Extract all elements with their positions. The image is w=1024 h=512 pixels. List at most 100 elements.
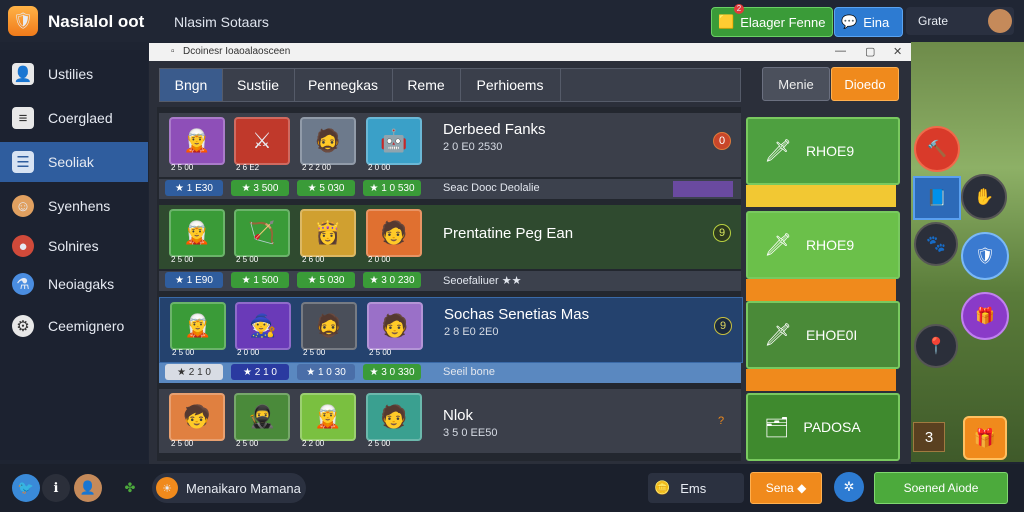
gear-icon: ⚙ <box>12 315 34 337</box>
stat-pill: ★ 2 1 0 <box>165 364 223 380</box>
leaf-icon[interactable]: ✤ <box>116 474 144 502</box>
hero-icon: ☺ <box>12 195 34 217</box>
hero-stat: 2 5 00 <box>303 348 326 357</box>
hero-portrait-icon[interactable]: 🧔 <box>300 117 356 165</box>
list-item[interactable]: 🧝 🏹 👸 🧑 2 5 00 2 5 00 2 6 00 2 0 00 Pren… <box>159 205 741 291</box>
player-icon: ☀ <box>156 477 178 499</box>
secondary-action-button[interactable]: Menie <box>762 67 830 101</box>
user-chip[interactable]: Grate <box>906 7 1014 35</box>
player-name-pill[interactable]: ☀ Menaikaro Mamana <box>152 473 306 503</box>
avatar[interactable]: 👤 <box>74 474 102 502</box>
sidebar-item-4[interactable]: ☺ Syenhens <box>0 186 148 226</box>
app-subtitle: Nlasim Sotaars <box>174 14 269 30</box>
hero-stat: 2 0 00 <box>368 255 391 264</box>
sidebar-item-label: Ustilies <box>48 66 94 82</box>
sidebar-item-label: Seoliak <box>48 154 94 170</box>
row-title: Nlok <box>443 407 474 424</box>
hero-portrait-icon[interactable]: 🧑 <box>366 209 422 257</box>
tab-4[interactable]: Reme <box>392 69 461 101</box>
hero-portrait-icon[interactable]: 👸 <box>300 209 356 257</box>
user-label: Grate <box>918 14 949 28</box>
hero-portrait-icon[interactable]: 🧝 <box>300 393 356 441</box>
green-header-button-label: Elaager Fenne <box>740 14 826 30</box>
sidebar: 👤 Ustilies ≡ Coerglaed ☰ Seoliak ☺ Syenh… <box>0 50 148 460</box>
row-title: Sochas Senetias Mas <box>444 306 590 323</box>
hero-portrait-icon[interactable]: ⚔ <box>234 117 290 165</box>
orange-bottom-button[interactable]: Sena ◆ <box>750 472 822 504</box>
row-subtext: Seeil bone <box>443 366 495 378</box>
hero-portrait-icon[interactable]: 🧑 <box>366 393 422 441</box>
row-badge: ? <box>717 415 725 427</box>
hero-portrait-icon[interactable]: 🧝 <box>169 209 225 257</box>
hero-portrait-icon[interactable]: 🤖 <box>366 117 422 165</box>
tab-5[interactable]: Perhioems <box>460 69 561 101</box>
hero-portrait-icon[interactable]: 🧑 <box>367 302 423 350</box>
action-card-4[interactable]: 🗂 PADOSA <box>746 393 900 461</box>
chest-icon[interactable]: 🎁 <box>961 292 1009 340</box>
stat-value: 3 500 <box>253 182 279 194</box>
hero-portrait-icon[interactable]: 🥷 <box>234 393 290 441</box>
top-bar: 🛡 Nasialol oot Nlasim Sotaars 🟨 Elaager … <box>0 0 1024 42</box>
sword-icon: 🗡 <box>764 232 792 257</box>
settings-icon[interactable]: ✲ <box>834 472 864 502</box>
avatar[interactable] <box>988 9 1012 33</box>
hero-portrait-icon[interactable]: 🧒 <box>169 393 225 441</box>
gem-icon: ◆ <box>797 481 807 495</box>
hero-stat: 2 5 00 <box>172 348 195 357</box>
progress-bar-orange <box>746 369 896 391</box>
blue-header-button[interactable]: 💬 Eina <box>834 7 903 37</box>
action-card-1[interactable]: 🗡 RHOE9 <box>746 117 900 185</box>
green-bottom-button[interactable]: Soened Aiode <box>874 472 1008 504</box>
row-stats: ★ 2 1 0 ★ 2 1 0 ★ 1 0 30 ★ 3 0 330 Seeil… <box>159 363 741 383</box>
minimize-icon[interactable]: — <box>835 45 846 57</box>
list-item[interactable]: 🧝 ⚔ 🧔 🤖 2 5 00 2 6 E2 2 2 2 00 2 0 00 De… <box>159 113 741 199</box>
window-titlebar: ▫ Dcoinesr Ioaoalaosceen — ▢ ✕ <box>149 43 911 61</box>
green-header-button[interactable]: 🟨 Elaager Fenne <box>711 7 833 37</box>
stat-value: 5 030 <box>319 182 345 194</box>
row-subtitle: 3 5 0 EE50 <box>443 427 498 439</box>
tab-3[interactable]: Pennegkas <box>294 69 393 101</box>
bottom-bar: 🐦 ℹ 👤 ✤ ☀ Menaikaro Mamana 🪙 Ems Sena ◆ … <box>0 464 1024 512</box>
hero-stat: 2 5 00 <box>171 163 194 172</box>
hammer-icon[interactable]: 🔨 <box>914 126 960 172</box>
sidebar-item-3[interactable]: ☰ Seoliak <box>0 142 148 182</box>
progress-bar-orange <box>746 279 896 301</box>
profile-icon[interactable]: 🐦 <box>12 474 40 502</box>
primary-action-button[interactable]: Dioedo <box>831 67 899 101</box>
list-item[interactable]: 🧒 🥷 🧝 🧑 2 5 00 2 5 00 2 2 00 2 5 00 Nlok… <box>159 389 741 475</box>
player-name: Menaikaro Mamana <box>186 480 301 496</box>
row-subtext: Seoefaliuer ★★ <box>443 275 522 287</box>
map-pin-icon[interactable]: 📍 <box>914 324 958 368</box>
hero-portrait-icon[interactable]: 🧝 <box>169 117 225 165</box>
book-icon[interactable]: 📘 <box>913 176 961 220</box>
sidebar-item-7[interactable]: ⚙ Ceemignero <box>0 306 148 346</box>
paw-icon[interactable]: 🐾 <box>914 222 958 266</box>
gift-icon[interactable]: 🎁 <box>963 416 1007 460</box>
shield-icon[interactable]: 🛡 <box>961 232 1009 280</box>
folder-icon: 🗂 <box>764 416 790 439</box>
sidebar-item-2[interactable]: ≡ Coerglaed <box>0 98 148 138</box>
tab-2[interactable]: Sustiie <box>222 69 295 101</box>
sidebar-item-5[interactable]: ● Solnires <box>0 226 148 266</box>
action-card-2[interactable]: 🗡 RHOE9 <box>746 211 900 279</box>
maximize-icon[interactable]: ▢ <box>865 45 875 58</box>
hero-portrait-icon[interactable]: 🧙 <box>235 302 291 350</box>
sidebar-item-6[interactable]: ⚗ Neoiagaks <box>0 264 148 304</box>
sidebar-item-label: Coerglaed <box>48 110 113 126</box>
list-item[interactable]: 🧝 🧙 🧔 🧑 2 5 00 2 0 00 2 5 00 2 5 00 Soch… <box>159 297 743 383</box>
currency-display: 🪙 Ems <box>648 473 744 503</box>
hero-stat: 2 0 00 <box>368 163 391 172</box>
hero-portrait-icon[interactable]: 🧔 <box>301 302 357 350</box>
sidebar-item-1[interactable]: 👤 Ustilies <box>0 54 148 94</box>
info-icon[interactable]: ℹ <box>42 474 70 502</box>
action-card-label: RHOE9 <box>805 143 855 159</box>
action-card-label: RHOE9 <box>805 237 855 253</box>
hero-portrait-icon[interactable]: 🏹 <box>234 209 290 257</box>
app-logo-icon[interactable]: 🛡 <box>8 6 38 36</box>
action-card-3[interactable]: 🗡 EHOE0I <box>746 301 900 369</box>
main-window: ▫ Dcoinesr Ioaoalaosceen — ▢ ✕ Bngn Sust… <box>149 43 911 464</box>
hero-portrait-icon[interactable]: 🧝 <box>170 302 226 350</box>
tab-1[interactable]: Bngn <box>160 69 223 101</box>
hand-icon[interactable]: ✋ <box>961 174 1007 220</box>
close-icon[interactable]: ✕ <box>893 45 902 58</box>
